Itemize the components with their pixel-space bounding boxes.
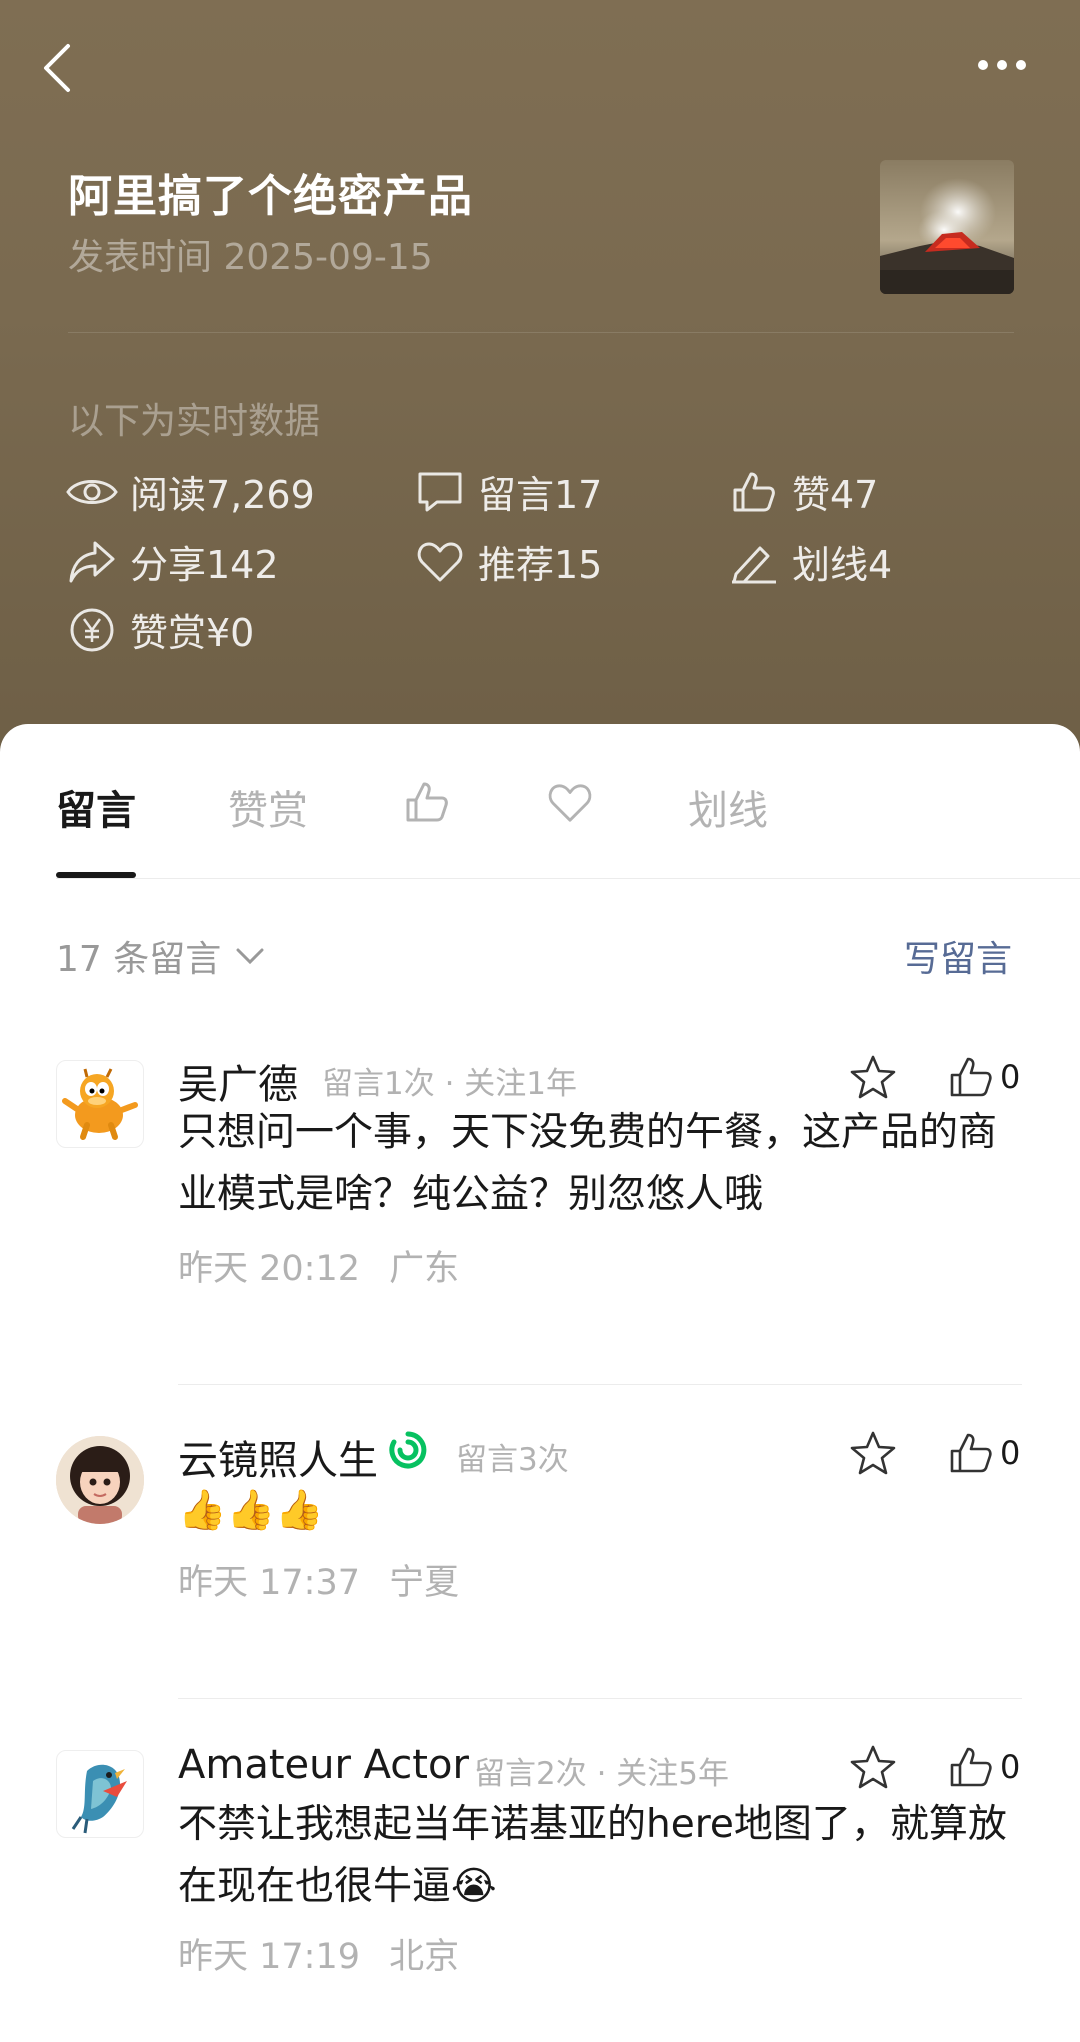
comment-time-location: 昨天 17:37 宁夏 [178, 1554, 459, 1605]
comment-time: 昨天 17:37 [178, 1563, 360, 1603]
more-dot-icon [978, 60, 988, 70]
star-icon [850, 1431, 896, 1475]
write-comment-button[interactable]: 写留言 [904, 930, 1012, 982]
comment-divider [178, 1384, 1022, 1385]
comment-time: 昨天 17:19 [178, 1937, 360, 1977]
like-count: 0 [1000, 1058, 1021, 1096]
back-button[interactable] [40, 40, 80, 96]
commenter-name[interactable]: Amateur Actor [178, 1742, 469, 1788]
like-button[interactable]: 0 [948, 1742, 1020, 1792]
comment-count-dropdown[interactable]: 17 条留言 [56, 930, 267, 982]
comment-bubble-icon [412, 468, 468, 516]
comment-count-label: 17 条留言 [56, 939, 222, 980]
comment-text: 只想问一个事，天下没免费的午餐，这产品的商业模式是啥？纯公益？别忽悠人哦 [178, 1110, 998, 1217]
avatar[interactable] [56, 1060, 144, 1148]
comment-location: 广东 [389, 1249, 460, 1289]
avatar[interactable] [56, 1750, 144, 1838]
garfield-avatar-icon [62, 1068, 138, 1140]
girl-avatar-icon [56, 1436, 144, 1524]
avatar[interactable] [56, 1436, 144, 1524]
thumbs-up-icon [950, 1433, 992, 1473]
stat-reads-label: 阅读7,269 [130, 473, 315, 517]
commenter-name[interactable]: 云镜照人生 [178, 1428, 378, 1486]
verified-badge-icon [388, 1430, 428, 1470]
thumbs-up-icon [406, 782, 448, 822]
pen-icon [726, 538, 782, 586]
comment-time: 昨天 20:12 [178, 1249, 360, 1289]
stat-likes: 赞47 [726, 464, 878, 519]
comment-time-location: 昨天 20:12 广东 [178, 1240, 459, 1291]
bird-avatar-icon [71, 1764, 127, 1834]
tab-recommend[interactable] [546, 782, 594, 834]
star-icon [850, 1055, 896, 1099]
star-button[interactable] [848, 1742, 898, 1792]
stat-highlight-label: 划线4 [792, 543, 893, 587]
stat-comments: 留言17 [412, 464, 602, 519]
stat-recommend-label: 推荐15 [478, 543, 603, 587]
comment-text: 不禁让我想起当年诺基亚的here地图了，就算放在现在也很牛逼😭 [178, 1802, 1007, 1909]
stat-recommend: 推荐15 [412, 534, 602, 589]
eye-icon [64, 468, 120, 516]
heart-icon [548, 784, 592, 822]
star-button[interactable] [848, 1052, 898, 1102]
thumbs-up-icon [726, 468, 782, 516]
more-options-button[interactable] [970, 50, 1030, 80]
more-dot-icon [1016, 60, 1026, 70]
comment-time-location: 昨天 17:19 北京 [178, 1928, 459, 1979]
chevron-left-icon [44, 44, 70, 92]
star-icon [850, 1745, 896, 1789]
like-button[interactable]: 0 [948, 1428, 1020, 1478]
article-title: 阿里搞了个绝密产品 [68, 171, 473, 222]
more-dot-icon [997, 60, 1007, 70]
realtime-data-note: 以下为实时数据 [68, 401, 321, 442]
share-arrow-icon [64, 538, 120, 586]
stat-shares-label: 分享142 [130, 543, 279, 587]
comment-location: 北京 [389, 1937, 460, 1977]
stat-tips-label: 赞赏¥0 [130, 611, 255, 655]
yen-coin-icon [64, 606, 120, 654]
publish-date: 发表时间 2025-09-15 [68, 237, 433, 278]
star-button[interactable] [848, 1428, 898, 1478]
article-header: 阿里搞了个绝密产品 发表时间 2025-09-15 以下为实时数据 阅读7,26… [0, 0, 1080, 760]
comment-divider [178, 1698, 1022, 1699]
heart-icon [412, 538, 468, 586]
stat-tips: 赞赏¥0 [64, 602, 254, 657]
article-cover-thumbnail[interactable] [880, 160, 1014, 294]
header-divider [68, 332, 1014, 333]
stat-reads: 阅读7,269 [64, 464, 315, 519]
like-count: 0 [1000, 1434, 1021, 1472]
stat-shares: 分享142 [64, 534, 279, 589]
stat-likes-label: 赞47 [792, 473, 879, 517]
comment-text: 👍👍👍 [178, 1488, 324, 1533]
commenter-meta: 留言3次 [456, 1442, 569, 1478]
tab-highlight[interactable]: 划线 [688, 778, 768, 836]
commenter-meta: 留言1次 · 关注1年 [322, 1066, 578, 1102]
comments-sheet: 留言 赞赏 划线 17 条留言 写留言 吴广德 留言1次 · 关注1年 0 只想… [0, 724, 1080, 2042]
comment-location: 宁夏 [389, 1563, 460, 1603]
commenter-meta: 留言2次 · 关注5年 [474, 1756, 730, 1792]
tab-comments[interactable]: 留言 [56, 778, 136, 836]
thumbs-up-icon [950, 1747, 992, 1787]
tabs-divider [56, 878, 1080, 879]
stat-highlight: 划线4 [726, 534, 892, 589]
chevron-down-icon [236, 948, 264, 965]
tab-likes[interactable] [404, 780, 450, 834]
thumbs-up-icon [950, 1057, 992, 1097]
tab-tips[interactable]: 赞赏 [228, 778, 308, 836]
like-button[interactable]: 0 [948, 1052, 1020, 1102]
stat-comments-label: 留言17 [478, 473, 603, 517]
volcano-image [880, 160, 1014, 294]
like-count: 0 [1000, 1748, 1021, 1786]
